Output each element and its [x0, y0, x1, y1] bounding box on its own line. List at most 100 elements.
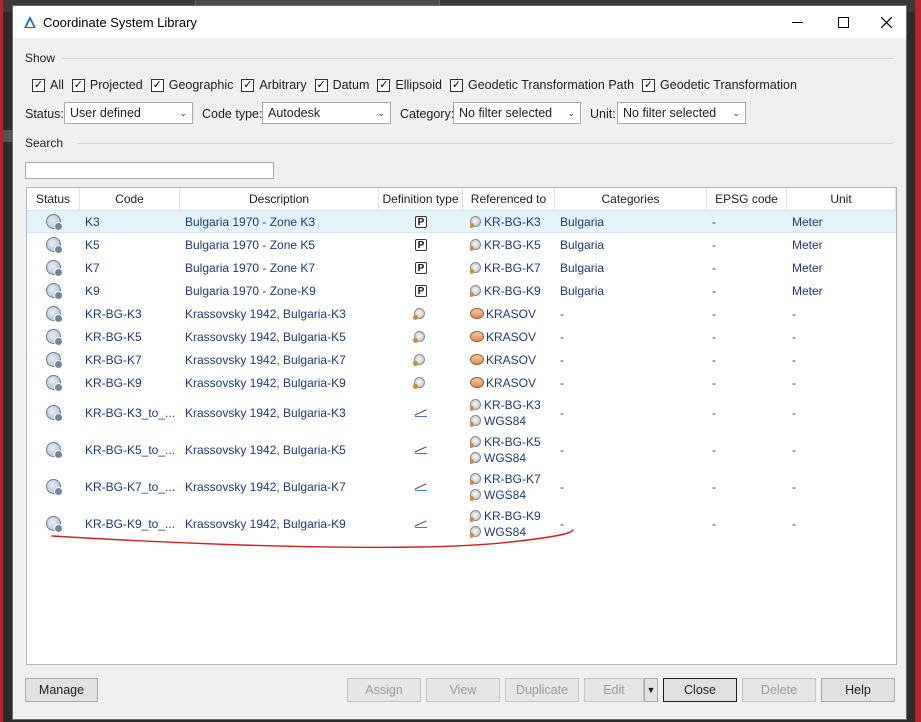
globe-icon	[470, 415, 481, 427]
user-defined-status-icon	[46, 375, 63, 392]
cell-code: KR-BG-K7_to_...	[85, 479, 176, 494]
status-filter-value: User defined	[70, 106, 141, 120]
table-row[interactable]: KR-BG-K5_to_... Krassovsky 1942, Bulgaria…	[27, 431, 896, 468]
checkbox-projected[interactable]: ✓ Projected	[71, 78, 143, 92]
cell-category: -	[560, 516, 564, 531]
checkbox-arbitrary[interactable]: ✓ Arbitrary	[241, 78, 307, 92]
globe-icon	[470, 489, 481, 501]
coordinate-systems-table: Status Code Description Definition type …	[26, 187, 897, 665]
projected-icon: P	[415, 215, 427, 228]
globe-icon	[470, 239, 481, 251]
column-header-definition-type[interactable]: Definition type	[379, 188, 463, 210]
referenced-item: KRASOV	[470, 329, 536, 345]
close-window-button[interactable]	[863, 6, 909, 38]
edit-dropdown-button[interactable]: ▼	[644, 678, 658, 702]
table-row[interactable]: K9 Bulgaria 1970 - Zone-K9 P KR-BG-K9 Bulgar…	[27, 279, 896, 302]
ellipsoid-icon	[470, 354, 484, 365]
column-header-status[interactable]: Status	[27, 188, 80, 210]
user-defined-status-icon	[46, 516, 63, 533]
table-row[interactable]: KR-BG-K5 Krassovsky 1942, Bulgaria-K5 KRAS…	[27, 325, 896, 348]
cell-status	[27, 325, 80, 348]
status-filter-label: Status:	[25, 107, 64, 121]
column-header-categories[interactable]: Categories	[555, 188, 707, 210]
cell-epsg: -	[712, 375, 716, 390]
checkbox-ellipsoid[interactable]: ✓ Ellipsoid	[377, 78, 442, 92]
unit-filter-label: Unit:	[590, 107, 616, 121]
view-button[interactable]: View	[426, 678, 500, 702]
cell-status	[27, 468, 80, 505]
user-defined-status-icon	[46, 405, 63, 422]
cell-ref: KRASOV	[470, 348, 557, 371]
checkbox-geodetic-transformation[interactable]: ✓ Geodetic Transformation	[642, 78, 797, 92]
cell-epsg: -	[712, 306, 716, 321]
maximize-button[interactable]	[820, 6, 866, 38]
cell-ref: KRASOV	[470, 371, 557, 394]
referenced-item: KR-BG-K5	[470, 237, 541, 253]
table-row[interactable]: KR-BG-K3 Krassovsky 1942, Bulgaria-K3 KRAS…	[27, 302, 896, 325]
checkbox-geographic[interactable]: ✓ Geographic	[150, 78, 233, 92]
cell-def: P	[379, 256, 463, 279]
cell-unit: -	[792, 442, 796, 457]
category-filter-select[interactable]: No filter selected ⌄	[453, 102, 581, 124]
referenced-label: KRASOV	[486, 375, 537, 390]
search-input[interactable]	[25, 162, 274, 179]
status-filter-select[interactable]: User defined ⌄	[64, 102, 193, 124]
cell-epsg: -	[712, 479, 716, 494]
user-defined-status-icon	[46, 442, 63, 459]
cell-category: Bulgaria	[560, 283, 605, 298]
duplicate-button[interactable]: Duplicate	[505, 678, 579, 702]
globe-icon	[470, 452, 481, 464]
cell-category: -	[560, 442, 564, 457]
help-button[interactable]: Help	[821, 678, 895, 702]
cell-ref: KR-BG-K5 WGS84	[470, 431, 557, 468]
delete-button[interactable]: Delete	[742, 678, 816, 702]
close-button[interactable]: Close	[663, 678, 737, 702]
cell-code: K7	[85, 260, 100, 275]
referenced-item: KR-BG-K7	[470, 260, 541, 276]
unit-filter-select[interactable]: No filter selected ⌄	[617, 102, 746, 124]
table-row[interactable]: KR-BG-K9_to_... Krassovsky 1942, Bulgaria…	[27, 505, 896, 542]
referenced-item: KR-BG-K3	[470, 397, 541, 413]
checkbox-all[interactable]: ✓ All	[32, 78, 64, 92]
table-row[interactable]: KR-BG-K7_to_... Krassovsky 1942, Bulgaria…	[27, 468, 896, 505]
code-type-filter-select[interactable]: Autodesk ⌄	[262, 102, 391, 124]
referenced-item: KR-BG-K9	[470, 508, 541, 524]
cell-description: Bulgaria 1970 - Zone K3	[185, 214, 316, 229]
cell-epsg: -	[712, 329, 716, 344]
edit-button[interactable]: Edit	[584, 678, 644, 702]
referenced-label: WGS84	[484, 413, 527, 428]
cell-code: KR-BG-K9_to_...	[85, 516, 176, 531]
table-row[interactable]: K5 Bulgaria 1970 - Zone K5 P KR-BG-K5 Bulgar…	[27, 233, 896, 256]
column-header-referenced-to[interactable]: Referenced to	[463, 188, 555, 210]
title-bar: Coordinate System Library	[13, 6, 906, 38]
user-defined-status-icon	[46, 306, 63, 323]
column-header-description[interactable]: Description	[180, 188, 379, 210]
manage-button[interactable]: Manage	[25, 678, 98, 702]
column-header-code[interactable]: Code	[80, 188, 180, 210]
checkbox-datum[interactable]: ✓ Datum	[314, 78, 369, 92]
triangle-down-icon: ▼	[646, 685, 656, 695]
referenced-item: WGS84	[470, 524, 526, 540]
table-row[interactable]: K3 Bulgaria 1970 - Zone K3 P KR-BG-K3 Bulgar…	[27, 210, 896, 233]
cell-category: Bulgaria	[560, 260, 605, 275]
cell-code: KR-BG-K5	[85, 329, 142, 344]
background-accent-right	[915, 0, 921, 722]
window-title: Coordinate System Library	[43, 15, 197, 30]
user-defined-status-icon	[46, 329, 63, 346]
cell-description: Krassovsky 1942, Bulgaria-K5	[185, 329, 346, 344]
cell-status	[27, 211, 80, 232]
table-row[interactable]: KR-BG-K3_to_... Krassovsky 1942, Bulgaria…	[27, 394, 896, 431]
cell-epsg: -	[712, 516, 716, 531]
assign-button[interactable]: Assign	[347, 678, 421, 702]
table-row[interactable]: KR-BG-K9 Krassovsky 1942, Bulgaria-K9 KRAS…	[27, 371, 896, 394]
maximize-icon	[837, 16, 849, 28]
search-section-label: Search	[25, 136, 64, 150]
column-header-epsg-code[interactable]: EPSG code	[707, 188, 787, 210]
projected-icon: P	[415, 238, 427, 251]
table-row[interactable]: K7 Bulgaria 1970 - Zone K7 P KR-BG-K7 Bulgar…	[27, 256, 896, 279]
checkbox-geodetic-transformation-path[interactable]: ✓ Geodetic Transformation Path	[449, 78, 634, 92]
column-header-unit[interactable]: Unit	[787, 188, 896, 210]
table-row[interactable]: KR-BG-K7 Krassovsky 1942, Bulgaria-K7 KRAS…	[27, 348, 896, 371]
minimize-button[interactable]	[774, 6, 820, 38]
cell-category: -	[560, 329, 564, 344]
